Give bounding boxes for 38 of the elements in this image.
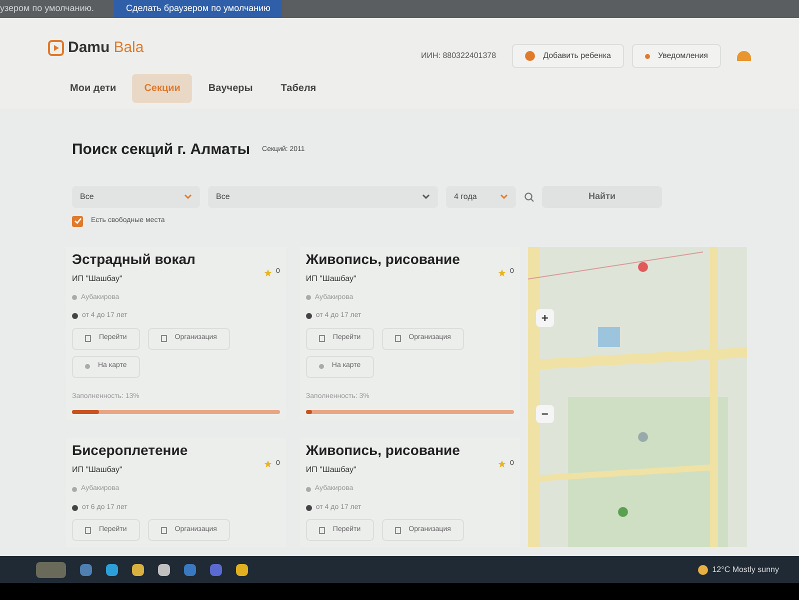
logo-icon — [48, 40, 64, 56]
iin-text: ИИН: 880322401378 — [420, 50, 496, 62]
dropdown[interactable]: 4 года — [446, 186, 516, 208]
chevron-icon — [500, 194, 508, 200]
tab[interactable]: Табеля — [268, 74, 328, 103]
organization-name: ИП "Шашбау" — [72, 464, 124, 476]
card-title: Эстрадный вокал — [72, 250, 196, 269]
checkbox[interactable] — [72, 216, 83, 226]
star-icon — [264, 268, 272, 276]
logo-text: Bala — [114, 38, 144, 58]
chevron-icon — [422, 194, 430, 200]
card-title: Живопись, рисование — [306, 441, 460, 460]
card-title: Бисероплетение — [72, 441, 188, 460]
star-icon — [498, 460, 506, 468]
organization-name: ИП "Шашбау" — [72, 272, 124, 284]
tab[interactable]: Мои дети — [58, 74, 128, 103]
search-icon — [524, 192, 534, 202]
zoom-out-button[interactable]: − — [536, 404, 554, 422]
chevron-icon — [184, 194, 192, 200]
avatar-icon[interactable] — [737, 51, 751, 61]
page-title: Поиск секций г. Алматы — [72, 140, 250, 160]
notifications-button[interactable]: Уведомления — [632, 44, 721, 68]
dropdown[interactable]: Все — [208, 186, 438, 208]
card-title: Живопись, рисование — [306, 250, 460, 269]
default-browser-button[interactable]: Сделать браузером по умолчанию — [114, 0, 282, 18]
star-icon — [264, 460, 272, 468]
logo-text: Damu — [68, 38, 110, 58]
dropdown[interactable]: Все — [72, 186, 200, 208]
star-icon — [498, 268, 506, 276]
zoom-in-button[interactable]: + — [536, 308, 554, 326]
infobar-message: узером по умолчанию. — [0, 2, 94, 16]
add-child-button[interactable]: Добавить ребенка — [512, 44, 624, 68]
tab[interactable]: Ваучеры — [196, 74, 265, 103]
weather-text[interactable]: 12°C Mostly sunny — [712, 564, 779, 576]
organization-name: ИП "Шашбау" — [306, 272, 358, 284]
wallpaper-thumbnail[interactable] — [36, 562, 66, 578]
find-button[interactable]: Найти — [542, 186, 662, 208]
organization-name: ИП "Шашбау" — [306, 464, 358, 476]
